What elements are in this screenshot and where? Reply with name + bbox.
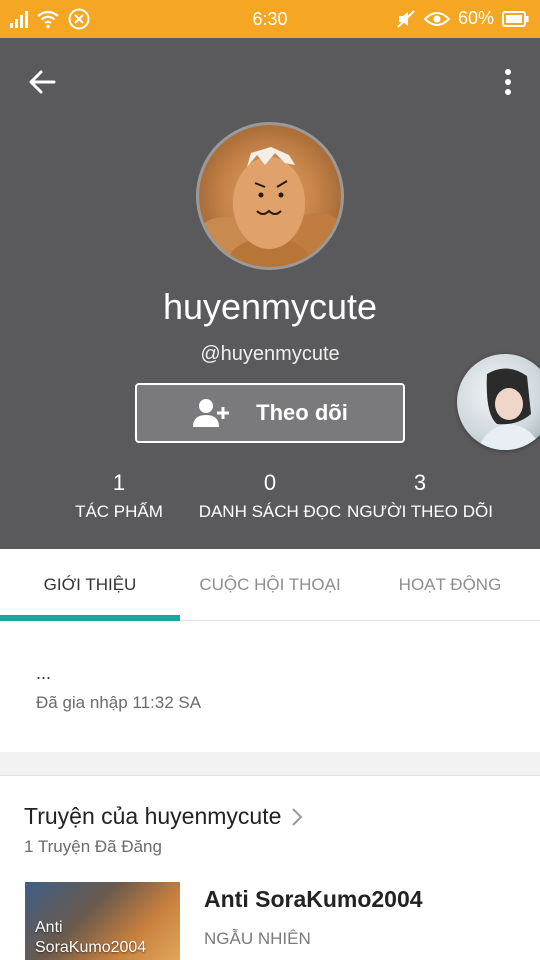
stories-title: Truyện của huyenmycute	[24, 803, 282, 829]
stat-followers[interactable]: 3 NGƯỜI THEO DÕI	[330, 470, 510, 522]
tab-conversations[interactable]: CUỘC HỘI THOẠI	[180, 549, 360, 621]
about-description: ...	[36, 663, 52, 683]
add-person-icon	[193, 399, 230, 427]
status-bar: 6:30 60%	[0, 0, 540, 38]
profile-header: huyenmycute @huyenmycute Theo dõi 1 TÁC …	[0, 38, 540, 549]
profile-username: huyenmycute	[162, 286, 378, 327]
more-vert-icon[interactable]	[498, 64, 518, 100]
story-cover-text-line-2: SoraKumo2004	[35, 939, 147, 956]
battery-percent: 60%	[457, 8, 494, 28]
section-divider	[0, 752, 540, 776]
stories-count: 1 Truyện Đã Đăng	[24, 837, 162, 856]
story-cover[interactable]: Anti SoraKumo2004	[25, 882, 180, 960]
stat-followers-label: NGƯỜI THEO DÕI	[347, 502, 493, 521]
stat-followers-value: 3	[413, 470, 427, 495]
profile-tabs: GIỚI THIỆU CUỘC HỘI THOẠI HOẠT ĐỘNG	[0, 549, 540, 621]
mute-icon	[397, 9, 415, 28]
tab-about[interactable]: GIỚI THIỆU	[0, 549, 180, 621]
status-right: 60%	[396, 8, 530, 29]
follow-button[interactable]: Theo dõi	[135, 383, 405, 443]
about-section: ... Đã gia nhập 11:32 SA	[0, 621, 540, 752]
story-cover-text: Anti SoraKumo2004	[35, 918, 146, 958]
profile-avatar[interactable]	[196, 122, 344, 270]
story-genre: NGẪU NHIÊN	[204, 929, 311, 948]
eye-icon	[423, 11, 450, 26]
chevron-right-icon	[292, 807, 303, 826]
joined-date: Đã gia nhập 11:32 SA	[36, 693, 202, 712]
story-cover-text-line-1: Anti	[35, 919, 63, 936]
battery-icon	[502, 10, 529, 27]
profile-stats: 1 TÁC PHẨM 0 DANH SÁCH ĐỌC 3 NGƯỜI THEO …	[0, 470, 540, 530]
stories-section: Truyện của huyenmycute 1 Truyện Đã Đăng …	[0, 777, 540, 960]
profile-handle: @huyenmycute	[200, 343, 340, 365]
stories-header[interactable]: Truyện của huyenmycute	[24, 803, 303, 830]
tab-activity[interactable]: HOẠT ĐỘNG	[360, 549, 540, 621]
story-title[interactable]: Anti SoraKumo2004	[204, 886, 423, 913]
egg-face-illustration	[199, 147, 341, 267]
back-arrow-icon[interactable]	[24, 64, 60, 100]
follow-label: Theo dõi	[256, 400, 348, 425]
